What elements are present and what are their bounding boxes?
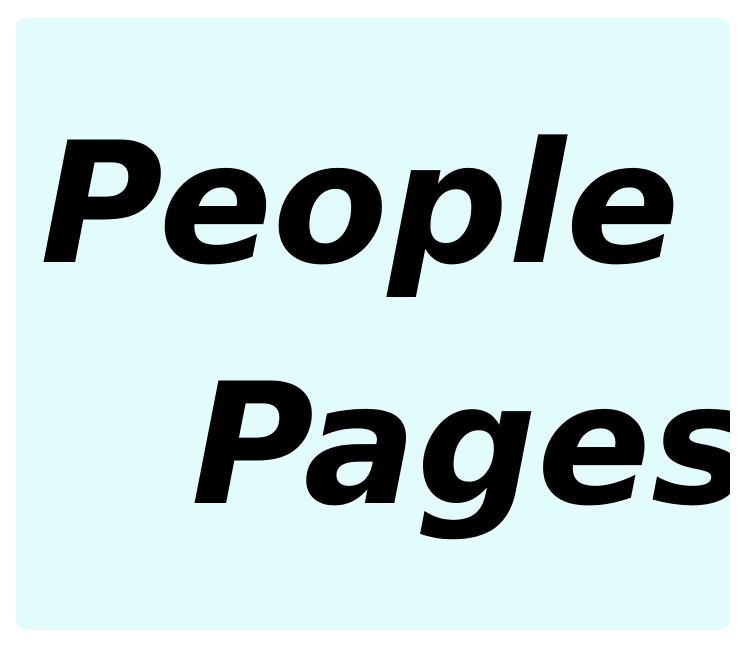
people-pages-tile[interactable]: People Pages bbox=[16, 18, 730, 630]
tile-title-line-2: Pages bbox=[191, 347, 730, 543]
tile-title-line-1: People bbox=[40, 106, 680, 302]
